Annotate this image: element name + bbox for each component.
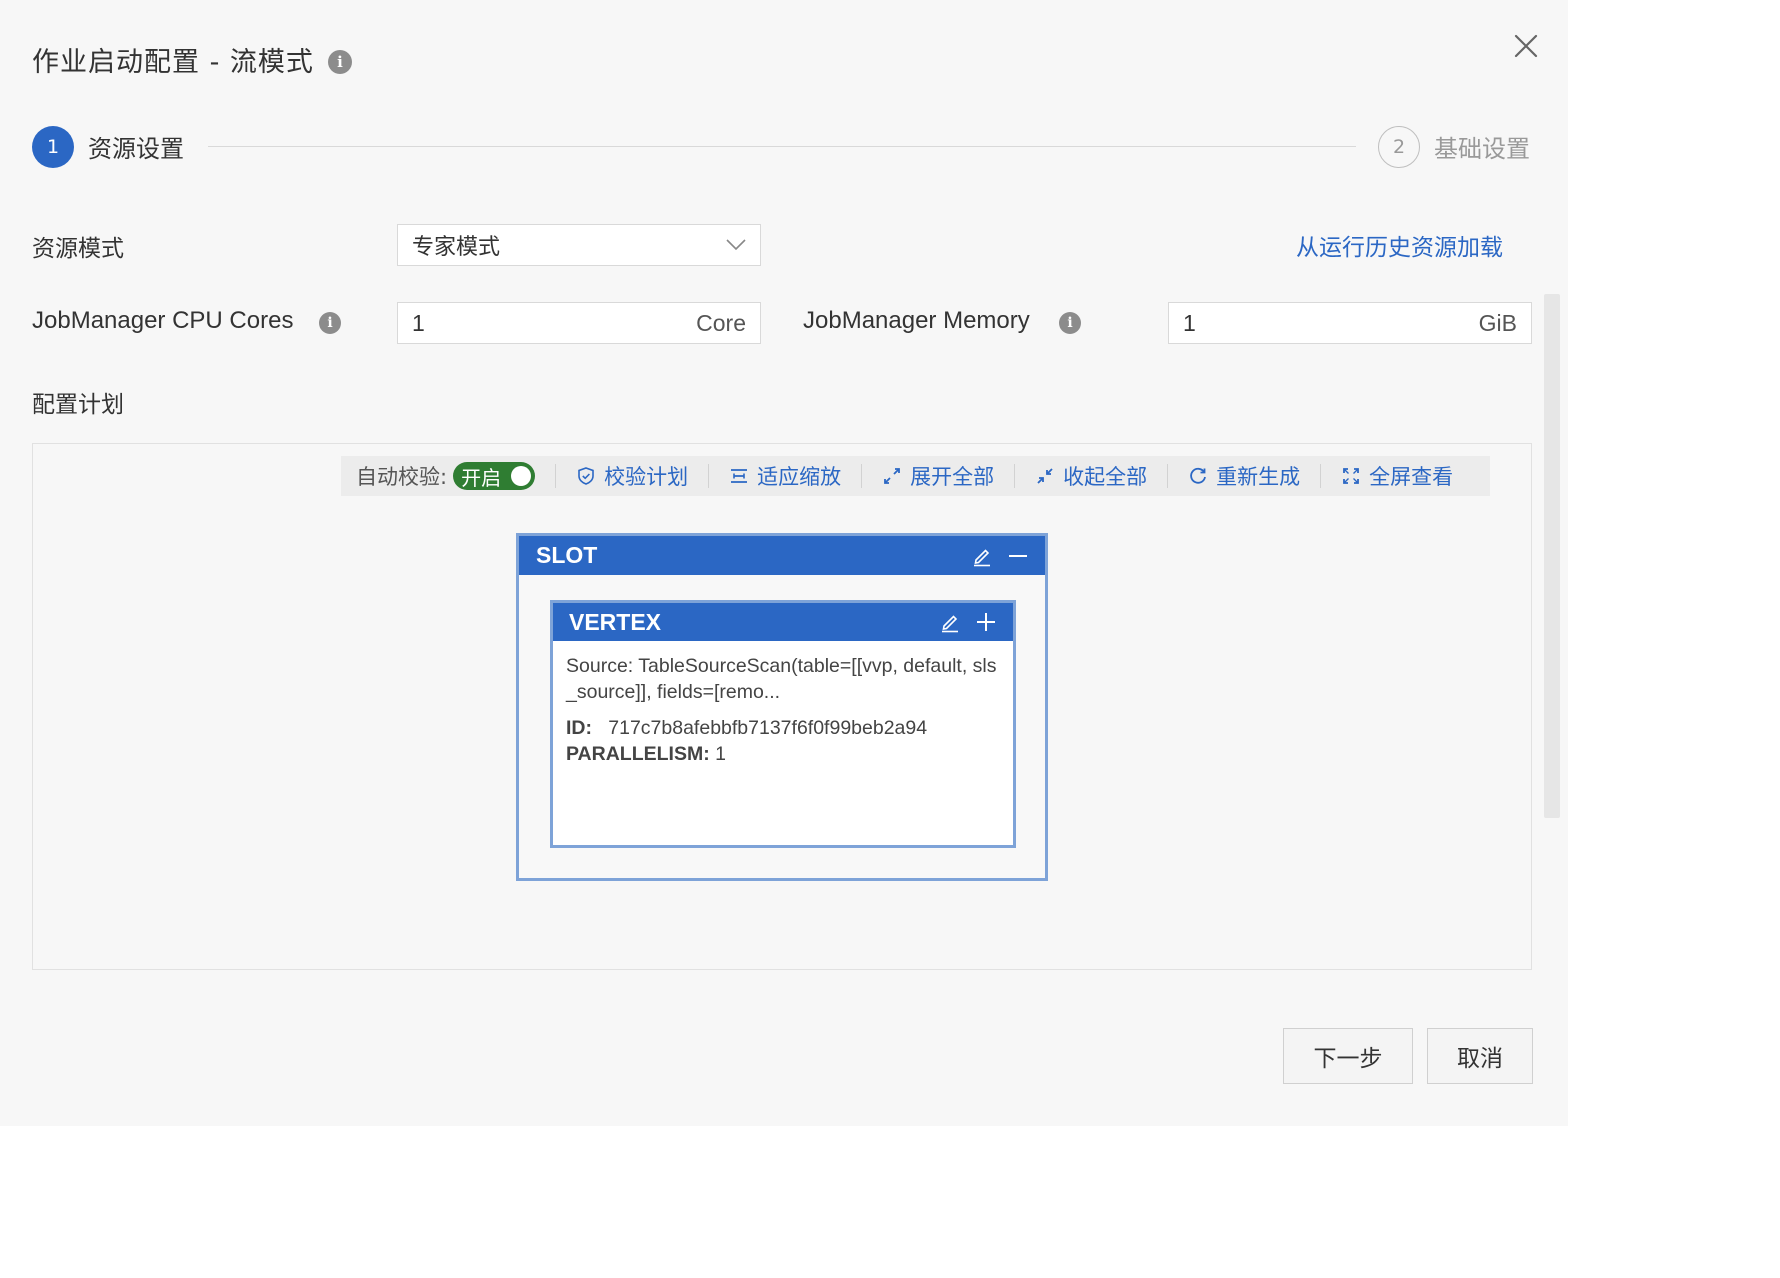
info-icon[interactable]: i (1059, 312, 1081, 334)
jm-memory-label: JobManager Memory (803, 307, 1030, 334)
plus-icon[interactable] (975, 611, 997, 633)
steps-connector (208, 146, 1356, 147)
resource-mode-select[interactable]: 专家模式 (397, 224, 761, 266)
jm-cpu-unit: Core (696, 309, 746, 336)
edit-icon[interactable] (939, 611, 961, 633)
minus-icon[interactable] (1007, 545, 1029, 567)
toggle-label: 开启 (461, 465, 502, 490)
validate-plan-label: 校验计划 (604, 465, 689, 489)
toolbar-divider (555, 464, 557, 488)
expand-all-button[interactable]: 展开全部 (882, 461, 994, 491)
step-1-indicator: 1 (32, 126, 74, 168)
vertex-parallelism-row: PARALLELISM: 1 (566, 741, 1000, 767)
toolbar-divider (708, 464, 710, 488)
vertex-parallelism-value: 1 (715, 743, 726, 765)
vertex-id-key: ID: (566, 717, 592, 739)
resource-mode-value: 专家模式 (412, 235, 501, 260)
fullscreen-label: 全屏查看 (1369, 465, 1454, 489)
collapse-all-button[interactable]: 收起全部 (1035, 461, 1147, 491)
vertex-source: Source: TableSourceScan(table=[[vvp, def… (566, 655, 997, 703)
jm-memory-unit: GiB (1478, 309, 1517, 336)
jm-memory-input[interactable]: 1 GiB (1168, 302, 1532, 344)
toolbar-divider (1167, 464, 1169, 488)
expand-all-label: 展开全部 (910, 465, 995, 489)
slot-title: SLOT (536, 542, 598, 568)
chevron-down-icon (726, 239, 746, 251)
toggle-knob (511, 466, 532, 486)
regenerate-button[interactable]: 重新生成 (1188, 461, 1300, 491)
shield-check-icon (578, 467, 594, 485)
fullscreen-icon (1343, 468, 1359, 484)
collapse-icon (1037, 468, 1053, 484)
config-plan-label: 配置计划 (32, 392, 124, 418)
regenerate-label: 重新生成 (1216, 465, 1301, 489)
resource-mode-label: 资源模式 (32, 236, 124, 262)
auto-validate-toggle[interactable]: 开启 (453, 462, 536, 490)
vertex-body: Source: TableSourceScan(table=[[vvp, def… (553, 641, 1013, 767)
jm-cpu-value: 1 (412, 309, 425, 336)
fit-zoom-icon (731, 469, 748, 483)
expand-icon (884, 468, 900, 484)
vertex-parallelism-key: PARALLELISM: (566, 743, 710, 765)
jm-memory-value: 1 (1183, 309, 1196, 336)
dialog-title: 作业启动配置 - 流模式 (32, 47, 314, 78)
toolbar-divider (1320, 464, 1322, 488)
toolbar-divider (1014, 464, 1016, 488)
vertex-header: VERTEX (553, 603, 1013, 641)
toolbar-divider (861, 464, 863, 488)
fullscreen-button[interactable]: 全屏查看 (1341, 461, 1453, 491)
vertex-id-value: 717c7b8afebbfb7137f6f0f99beb2a94 (608, 717, 928, 739)
load-from-history-link[interactable]: 从运行历史资源加载 (1296, 228, 1503, 262)
plan-toolbar: 自动校验: 开启 校验计划 适应缩放 展开全部 收起全部 重新生成 全屏查看 (341, 456, 1490, 496)
close-icon[interactable] (1508, 28, 1544, 64)
job-start-config-dialog: 作业启动配置 - 流模式 i 1 资源设置 2 基础设置 资源模式 专家模式 从… (0, 0, 1568, 1126)
slot-node[interactable]: SLOT VERTEX Source: TableSourceScan(tabl… (516, 533, 1048, 881)
step-1-label: 资源设置 (88, 135, 184, 163)
vertex-id-row: ID: 717c7b8afebbfb7137f6f0f99beb2a94 (566, 715, 1000, 741)
validate-plan-button[interactable]: 校验计划 (576, 461, 688, 491)
fit-zoom-label: 适应缩放 (757, 465, 842, 489)
collapse-all-label: 收起全部 (1063, 465, 1148, 489)
jm-cpu-input[interactable]: 1 Core (397, 302, 761, 344)
step-2-label: 基础设置 (1434, 135, 1530, 163)
fit-zoom-button[interactable]: 适应缩放 (729, 461, 841, 491)
edit-icon[interactable] (971, 545, 993, 567)
vertex-title: VERTEX (569, 608, 662, 635)
vertex-node[interactable]: VERTEX Source: TableSourceScan(table=[[v… (550, 600, 1016, 848)
refresh-icon (1190, 467, 1206, 484)
cancel-button[interactable]: 取消 (1427, 1028, 1533, 1084)
step-2-indicator: 2 (1378, 126, 1420, 168)
auto-validate-label: 自动校验: (356, 465, 448, 489)
slot-header: SLOT (519, 536, 1045, 575)
info-icon[interactable]: i (328, 50, 352, 74)
scrollbar-thumb[interactable] (1544, 294, 1560, 818)
jm-cpu-label: JobManager CPU Cores (32, 307, 294, 334)
info-icon[interactable]: i (319, 312, 341, 334)
next-step-button[interactable]: 下一步 (1283, 1028, 1413, 1084)
